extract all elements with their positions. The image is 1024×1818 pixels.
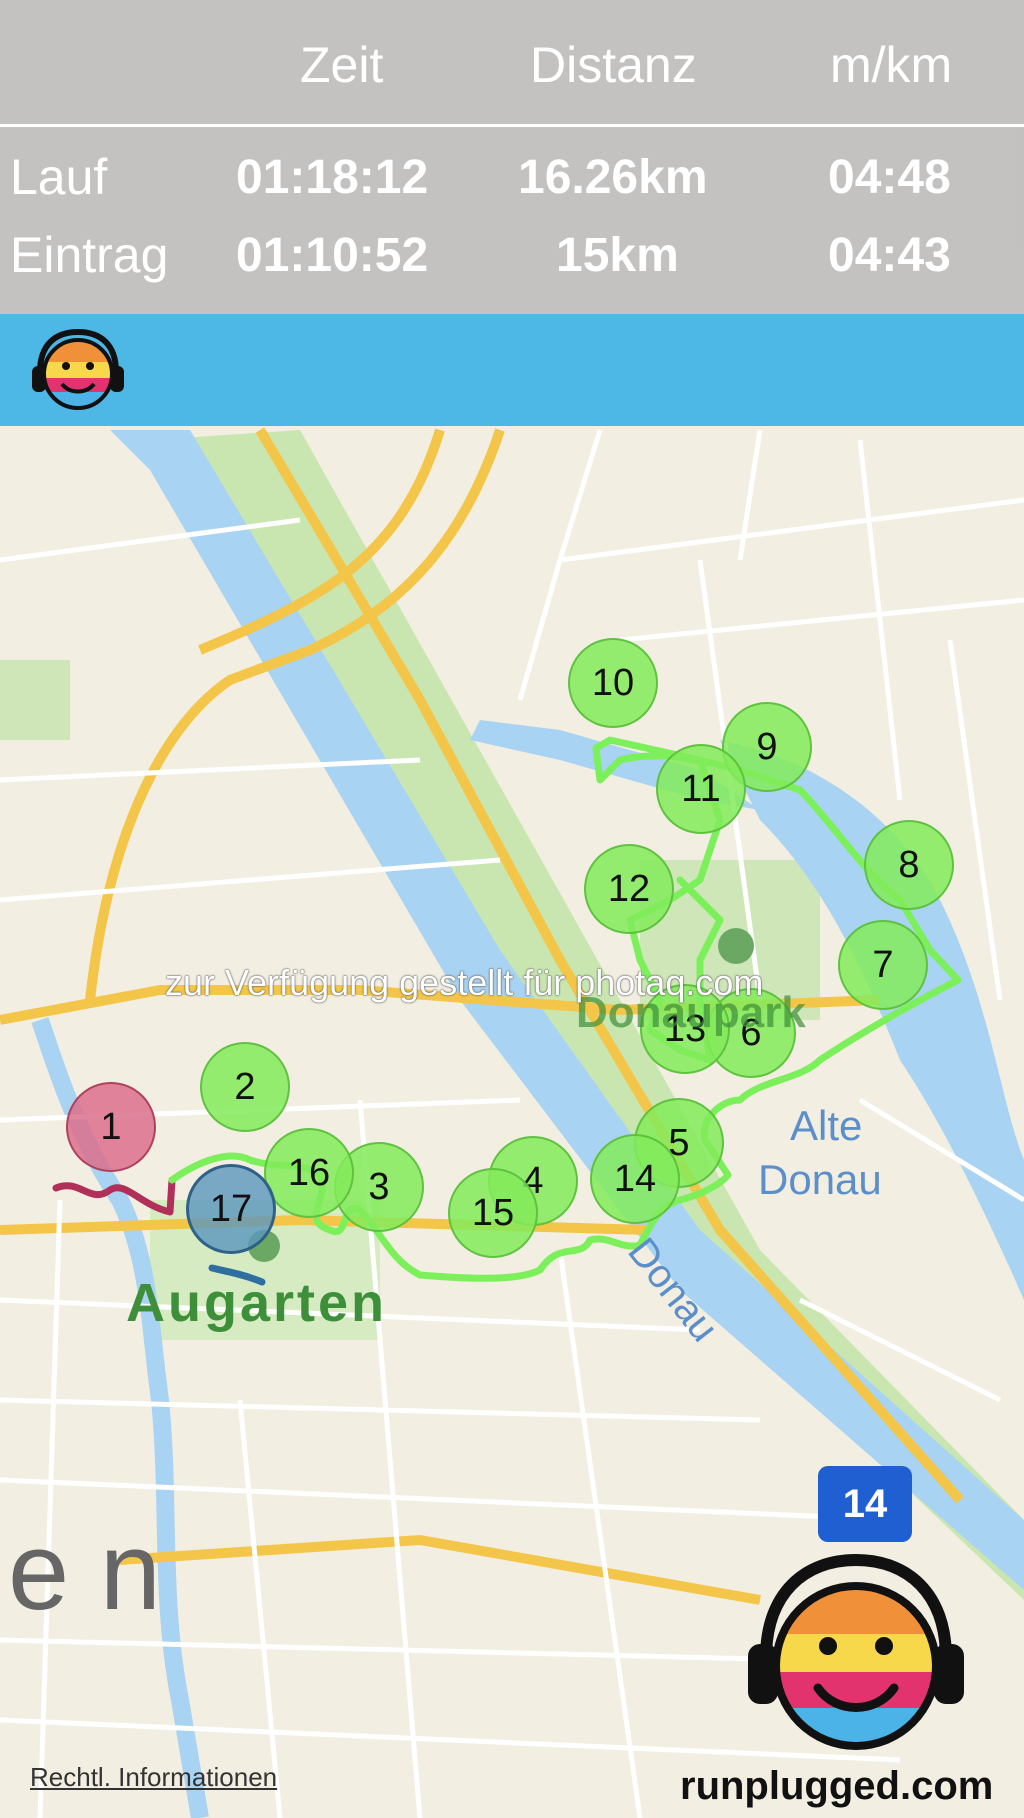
- alte-donau-label-line1: Alte: [790, 1102, 863, 1149]
- legal-info-link[interactable]: Rechtl. Informationen: [30, 1762, 277, 1793]
- park-area: [0, 660, 70, 740]
- runplugged-large-logo-icon: [748, 1553, 964, 1750]
- km-marker-17[interactable]: 17: [186, 1164, 276, 1254]
- run-time: 01:18:12: [236, 151, 429, 204]
- row-label-run: Lauf: [10, 149, 108, 205]
- brand-url: runplugged.com: [680, 1764, 994, 1808]
- app-bar: [0, 314, 1024, 426]
- stats-divider: [0, 124, 1024, 127]
- km-marker-8[interactable]: 8: [864, 820, 954, 910]
- alte-donau-label-line2: Donau: [758, 1156, 882, 1203]
- runplugged-logo-icon[interactable]: [26, 326, 130, 416]
- header-pace: m/km: [830, 37, 953, 93]
- km-marker-10[interactable]: 10: [568, 638, 658, 728]
- km-marker-2[interactable]: 2: [200, 1042, 290, 1132]
- road-number-badge: 14: [818, 1466, 912, 1542]
- entry-distance: 15km: [556, 229, 679, 282]
- km-marker-7[interactable]: 7: [838, 920, 928, 1010]
- entry-time: 01:10:52: [236, 229, 429, 282]
- km-marker-1[interactable]: 1: [66, 1082, 156, 1172]
- run-pace: 04:48: [828, 151, 951, 204]
- run-stats-panel: Zeit Distanz m/km Lauf 01:18:12 16.26km …: [0, 0, 1024, 314]
- city-label-partial: e n: [8, 1510, 161, 1633]
- row-label-entry: Eintrag: [10, 227, 169, 283]
- header-time: Zeit: [300, 37, 384, 93]
- run-distance: 16.26km: [518, 151, 708, 204]
- km-marker-12[interactable]: 12: [584, 844, 674, 934]
- km-marker-14[interactable]: 14: [590, 1134, 680, 1224]
- augarten-label: Augarten: [126, 1273, 388, 1333]
- km-marker-16[interactable]: 16: [264, 1128, 354, 1218]
- km-marker-11[interactable]: 11: [656, 744, 746, 834]
- entry-pace: 04:43: [828, 229, 951, 282]
- watermark: zur Verfügung gestellt für photaq.com: [165, 962, 764, 1003]
- header-distance: Distanz: [530, 37, 697, 93]
- km-marker-15[interactable]: 15: [448, 1168, 538, 1258]
- park-poi-icon: [718, 928, 754, 964]
